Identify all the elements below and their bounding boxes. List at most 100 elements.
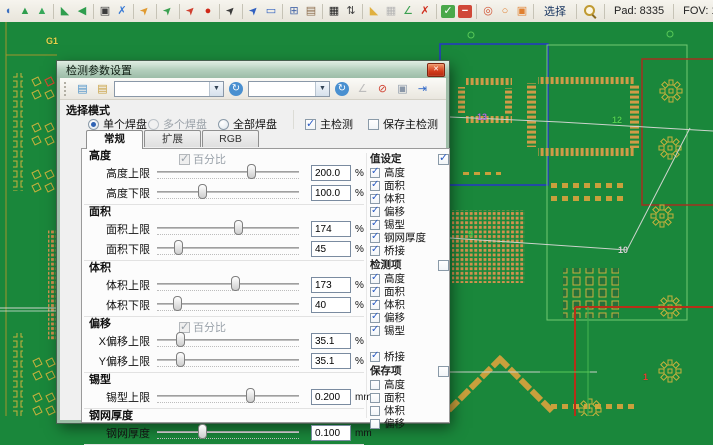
checkbox-icon[interactable] [370, 274, 380, 284]
radio-circle-icon[interactable] [148, 119, 159, 130]
chart-icon[interactable]: ∠ [400, 3, 416, 19]
slider-thumb[interactable] [176, 352, 185, 367]
checkbox-icon[interactable] [370, 287, 380, 297]
group-header-checkbox[interactable] [438, 154, 449, 165]
checkbox-icon[interactable] [368, 119, 379, 130]
check-item-偏移[interactable]: 偏移 [370, 417, 449, 430]
checkbox-主检测[interactable]: 主检测 [305, 116, 353, 132]
checkbox-icon[interactable] [370, 393, 380, 403]
square-circle-icon[interactable]: ▣ [514, 3, 530, 19]
checkbox-icon[interactable] [370, 313, 380, 323]
checkbox-icon[interactable] [370, 352, 380, 362]
slider-track[interactable] [157, 171, 299, 173]
pin-black-icon[interactable]: ➤ [220, 0, 243, 22]
disable-icon[interactable]: ⊘ [374, 81, 391, 97]
pin-green-icon[interactable]: ➤ [157, 0, 180, 22]
setsquare-icon[interactable]: ◣ [366, 3, 382, 19]
grid-icon[interactable]: ▦ [383, 3, 399, 19]
slider-track[interactable] [157, 395, 299, 397]
slider-thumb[interactable] [231, 276, 240, 291]
checkbox-icon[interactable] [370, 246, 380, 256]
check-item-面积[interactable]: 面积 [370, 179, 449, 192]
select-button[interactable]: 选择 [537, 3, 573, 19]
check-item-锡型[interactable]: 锡型 [370, 324, 449, 337]
check-item-偏移[interactable]: 偏移 [370, 205, 449, 218]
chevron-down-icon[interactable]: ▼ [315, 82, 329, 96]
tools-icon[interactable]: ✗ [114, 3, 130, 19]
checkbox-icon[interactable] [370, 168, 380, 178]
snapshot-icon[interactable]: ▣ [97, 3, 113, 19]
checkbox-icon[interactable] [370, 406, 380, 416]
check-item-体积[interactable]: 体积 [370, 298, 449, 311]
checkbox-icon[interactable] [370, 300, 380, 310]
export-exit-icon[interactable]: ⇥ [414, 81, 431, 97]
check-item-钢网厚度[interactable]: 钢网厚度 [370, 231, 449, 244]
value-input-X偏移上限[interactable] [311, 333, 351, 349]
magnifier-icon[interactable] [583, 4, 598, 19]
array-grid-icon[interactable]: ⊞ [286, 3, 302, 19]
pin-orange-icon[interactable]: ➤ [134, 0, 157, 22]
blocks-icon[interactable]: ▦ [326, 3, 342, 19]
close-button[interactable]: ✕ [427, 63, 445, 77]
checkbox-icon[interactable] [370, 326, 380, 336]
tab-RGB[interactable]: RGB [202, 130, 259, 147]
slider-高度上限[interactable] [155, 164, 301, 182]
slider-thumb[interactable] [174, 240, 183, 255]
slider-锡型上限[interactable] [155, 388, 301, 406]
photo-icon[interactable]: ▤ [303, 3, 319, 19]
target-icon[interactable]: ◎ [480, 3, 496, 19]
slider-高度下限[interactable] [155, 184, 301, 202]
pin-red-icon[interactable]: ➤ [180, 0, 203, 22]
angle-tool-icon[interactable]: ◣ [57, 3, 73, 19]
open-file-icon[interactable]: ▤ [94, 81, 111, 97]
value-input-锡型上限[interactable] [311, 389, 351, 405]
check-item-偏移[interactable]: 偏移 [370, 311, 449, 324]
slider-track[interactable] [157, 227, 299, 229]
check-item-面积[interactable]: 面积 [370, 391, 449, 404]
value-input-体积上限[interactable] [311, 277, 351, 293]
preset-combo[interactable]: ▼ [248, 81, 330, 97]
value-input-高度上限[interactable] [311, 165, 351, 181]
value-input-Y偏移上限[interactable] [311, 353, 351, 369]
region-select-icon[interactable]: ▭ [263, 3, 279, 19]
slider-体积下限[interactable] [155, 296, 301, 314]
value-input-高度下限[interactable] [311, 185, 351, 201]
slider-thumb[interactable] [246, 388, 255, 403]
stats-icon[interactable]: ∠ [354, 81, 371, 97]
radio-circle-icon[interactable] [88, 119, 99, 130]
slider-面积上限[interactable] [155, 220, 301, 238]
circle-icon[interactable]: ○ [497, 3, 513, 19]
slider-track[interactable] [157, 431, 299, 433]
check-item-桥接[interactable]: 桥接 [370, 350, 449, 363]
value-input-面积上限[interactable] [311, 221, 351, 237]
slider-thumb[interactable] [198, 424, 207, 439]
template-combo[interactable]: ▼ [114, 81, 224, 97]
slider-X偏移上限[interactable] [155, 332, 301, 350]
sort-az-icon[interactable]: ⇅ [343, 3, 359, 19]
slider-track[interactable] [157, 191, 299, 193]
check-item-体积[interactable]: 体积 [370, 404, 449, 417]
check-item-高度[interactable]: 高度 [370, 272, 449, 285]
checkbox-icon[interactable] [370, 380, 380, 390]
radio-circle-icon[interactable] [218, 119, 229, 130]
check-item-桥接[interactable]: 桥接 [370, 244, 449, 257]
value-input-体积下限[interactable] [311, 297, 351, 313]
save-icon[interactable]: ▣ [394, 81, 411, 97]
slider-thumb[interactable] [176, 332, 185, 347]
checkbox-icon[interactable] [305, 119, 316, 130]
measure-height-icon[interactable]: ▲ [17, 3, 33, 19]
check-item-面积[interactable]: 面积 [370, 285, 449, 298]
checkbox-icon[interactable] [370, 233, 380, 243]
cone-tool-icon[interactable]: ◀ [74, 3, 90, 19]
check-item-高度[interactable]: 高度 [370, 378, 449, 391]
group-header-checkbox[interactable] [438, 260, 449, 271]
slider-体积上限[interactable] [155, 276, 301, 294]
chevron-down-icon[interactable]: ▼ [209, 82, 223, 96]
location-pin-icon[interactable]: ● [200, 3, 216, 19]
slider-钢网厚度[interactable] [155, 424, 301, 442]
nav-circle-icon[interactable]: ◖ [0, 3, 16, 19]
slider-Y偏移上限[interactable] [155, 352, 301, 370]
apply-left-icon[interactable]: ↻ [229, 82, 243, 96]
slider-面积下限[interactable] [155, 240, 301, 258]
tab-扩展[interactable]: 扩展 [144, 130, 201, 147]
